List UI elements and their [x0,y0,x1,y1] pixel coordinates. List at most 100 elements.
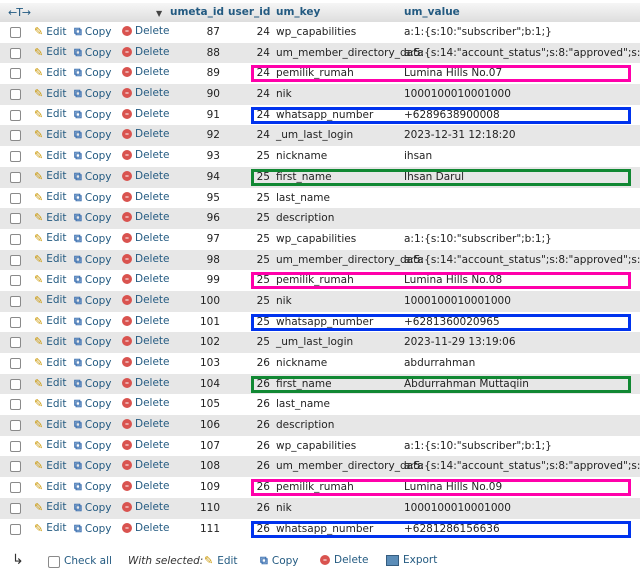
delete-button[interactable]: – Delete [122,459,170,471]
bulk-delete-button[interactable]: – Delete [320,554,369,566]
edit-button[interactable]: ✎ Edit [34,439,67,452]
copy-button[interactable]: ⧉ Copy [74,459,112,473]
delete-button[interactable]: – Delete [122,335,170,347]
row-checkbox[interactable] [10,68,21,80]
edit-button[interactable]: ✎ Edit [34,480,67,493]
edit-button[interactable]: ✎ Edit [34,315,67,328]
delete-button[interactable]: – Delete [122,522,170,534]
delete-button[interactable]: – Delete [122,149,170,161]
column-header-um-key[interactable]: um_key [276,6,320,18]
column-header-um-value[interactable]: um_value [404,6,460,18]
row-checkbox[interactable] [10,399,21,411]
delete-button[interactable]: – Delete [122,480,170,492]
row-checkbox[interactable] [10,358,21,369]
column-nav-arrows[interactable]: ←T→ [8,6,31,19]
edit-button[interactable]: ✎ Edit [34,522,67,535]
delete-button[interactable]: – Delete [122,25,170,37]
edit-button[interactable]: ✎ Edit [34,377,67,390]
edit-button[interactable]: ✎ Edit [34,128,67,141]
row-checkbox[interactable] [10,295,21,307]
row-checkbox[interactable] [10,109,21,121]
edit-button[interactable]: ✎ Edit [34,253,67,266]
copy-button[interactable]: ⧉ Copy [74,335,112,349]
row-checkbox[interactable] [10,440,21,452]
delete-button[interactable]: – Delete [122,273,170,285]
row-checkbox[interactable] [10,378,21,390]
edit-button[interactable]: ✎ Edit [34,25,67,38]
delete-button[interactable]: – Delete [122,232,170,244]
edit-button[interactable]: ✎ Edit [34,66,67,79]
delete-button[interactable]: – Delete [122,253,170,265]
row-checkbox[interactable] [10,171,21,183]
delete-button[interactable]: – Delete [122,191,170,203]
copy-button[interactable]: ⧉ Copy [74,294,112,308]
edit-button[interactable]: ✎ Edit [34,501,67,514]
row-checkbox[interactable] [10,47,21,59]
copy-button[interactable]: ⧉ Copy [74,480,112,494]
row-checkbox[interactable] [10,27,21,38]
delete-button[interactable]: – Delete [122,501,170,513]
delete-button[interactable]: – Delete [122,315,170,327]
row-checkbox[interactable] [10,233,21,245]
check-all-checkbox[interactable] [48,556,60,568]
copy-button[interactable]: ⧉ Copy [74,66,112,80]
check-all-label[interactable]: Check all [64,555,112,567]
delete-button[interactable]: – Delete [122,377,170,389]
copy-button[interactable]: ⧉ Copy [74,315,112,329]
edit-button[interactable]: ✎ Edit [34,87,67,100]
edit-button[interactable]: ✎ Edit [34,294,67,307]
edit-button[interactable]: ✎ Edit [34,46,67,59]
copy-button[interactable]: ⧉ Copy [74,191,112,205]
delete-button[interactable]: – Delete [122,108,170,120]
copy-button[interactable]: ⧉ Copy [74,356,112,370]
delete-button[interactable]: – Delete [122,294,170,306]
row-checkbox[interactable] [10,275,21,287]
copy-button[interactable]: ⧉ Copy [74,439,112,453]
sort-dropdown-icon[interactable]: ▼ [156,9,162,18]
delete-button[interactable]: – Delete [122,397,170,409]
copy-button[interactable]: ⧉ Copy [74,87,112,101]
delete-button[interactable]: – Delete [122,46,170,58]
edit-button[interactable]: ✎ Edit [34,191,67,204]
copy-button[interactable]: ⧉ Copy [74,377,112,391]
delete-button[interactable]: – Delete [122,170,170,182]
edit-button[interactable]: ✎ Edit [34,108,67,121]
copy-button[interactable]: ⧉ Copy [74,149,112,163]
edit-button[interactable]: ✎ Edit [34,211,67,224]
row-checkbox[interactable] [10,316,21,328]
copy-button[interactable]: ⧉ Copy [74,128,112,142]
copy-button[interactable]: ⧉ Copy [74,418,112,432]
row-checkbox[interactable] [10,151,21,163]
row-checkbox[interactable] [10,482,21,494]
delete-button[interactable]: – Delete [122,439,170,451]
edit-button[interactable]: ✎ Edit [34,356,67,369]
delete-button[interactable]: – Delete [122,66,170,78]
delete-button[interactable]: – Delete [122,87,170,99]
copy-button[interactable]: ⧉ Copy [74,170,112,184]
row-checkbox[interactable] [10,420,21,432]
copy-button[interactable]: ⧉ Copy [74,522,112,536]
row-checkbox[interactable] [10,254,21,266]
copy-button[interactable]: ⧉ Copy [74,25,112,39]
bulk-edit-button[interactable]: ✎ Edit [204,554,238,567]
copy-button[interactable]: ⧉ Copy [74,273,112,287]
copy-button[interactable]: ⧉ Copy [74,253,112,267]
edit-button[interactable]: ✎ Edit [34,149,67,162]
column-header-user-id[interactable]: user_id [228,6,270,18]
edit-button[interactable]: ✎ Edit [34,418,67,431]
copy-button[interactable]: ⧉ Copy [74,46,112,60]
edit-button[interactable]: ✎ Edit [34,397,67,410]
edit-button[interactable]: ✎ Edit [34,273,67,286]
row-checkbox[interactable] [10,502,21,514]
row-checkbox[interactable] [10,192,21,204]
copy-button[interactable]: ⧉ Copy [74,501,112,515]
copy-button[interactable]: ⧉ Copy [74,211,112,225]
row-checkbox[interactable] [10,213,21,225]
column-header-umeta-id[interactable]: umeta_id [170,6,224,18]
delete-button[interactable]: – Delete [122,211,170,223]
edit-button[interactable]: ✎ Edit [34,459,67,472]
row-checkbox[interactable] [10,523,21,535]
bulk-copy-button[interactable]: ⧉ Copy [260,554,299,568]
row-checkbox[interactable] [10,461,21,473]
delete-button[interactable]: – Delete [122,356,170,368]
